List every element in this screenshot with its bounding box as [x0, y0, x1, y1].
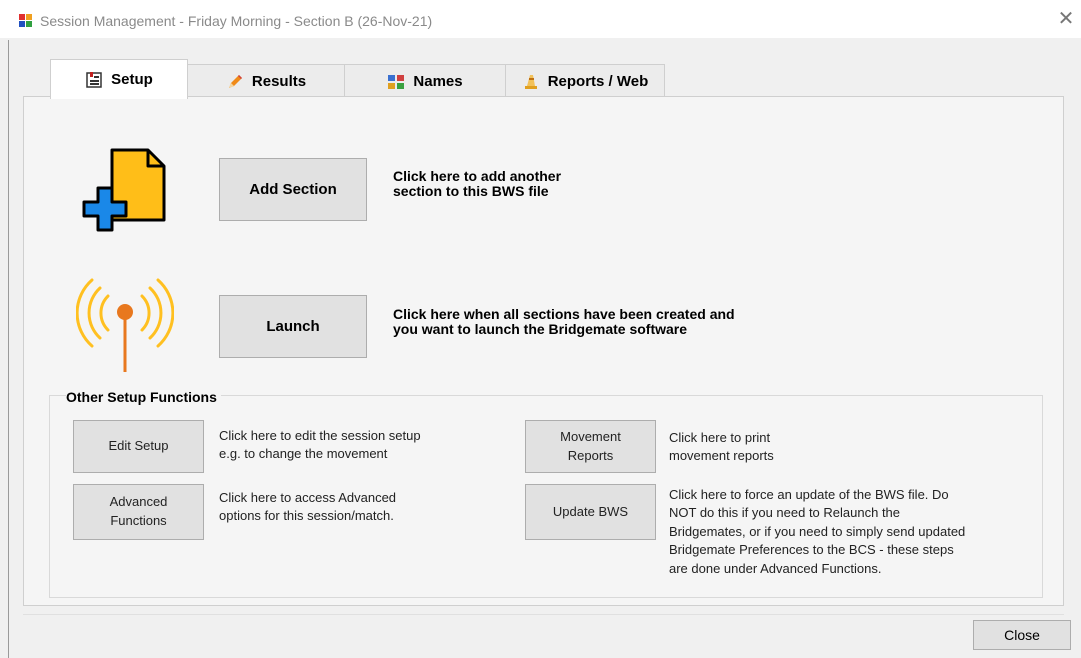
advanced-functions-button-line-2: Functions: [110, 513, 167, 528]
app-icon: [19, 14, 33, 28]
window-title: Session Management - Friday Morning - Se…: [40, 13, 433, 29]
movement-reports-button-line-2: Reports: [567, 447, 614, 463]
launch-description-line-1: Click here when all sections have been c…: [393, 306, 735, 322]
pencil-icon: [226, 73, 244, 91]
launch-description-line-2: you want to launch the Bridgemate softwa…: [393, 321, 688, 338]
advanced-functions-button-line-1: Advanced: [109, 494, 168, 510]
setup-icon: [85, 71, 103, 89]
tab-setup-label: Setup: [111, 71, 153, 88]
tab-results-label: Results: [251, 73, 307, 90]
launch-button[interactable]: Launch: [219, 295, 367, 358]
edit-setup-button[interactable]: Edit Setup: [73, 420, 204, 473]
tab-reports-web[interactable]: Reports / Web: [505, 64, 665, 98]
tab-reports-web-label: Reports / Web: [547, 73, 649, 90]
update-bws-button[interactable]: Update BWS: [525, 484, 656, 540]
advanced-functions-description-line-2: options for this session/match.: [219, 508, 394, 524]
movement-reports-description-line-2: movement reports: [669, 448, 774, 464]
edit-setup-description-line-2: e.g. to change the movement: [219, 446, 388, 462]
update-bws-description-line-5: are done under Advanced Functions.: [669, 560, 882, 576]
update-bws-description-line-4: Bridgemate Preferences to the BCS - thes…: [669, 542, 954, 558]
other-setup-functions-title: Other Setup Functions: [66, 389, 221, 405]
add-section-description-line-2: section to this BWS file: [393, 183, 549, 200]
add-section-description-line-1: Click here to add another: [393, 168, 562, 184]
window-close-button[interactable]: ✕: [1055, 8, 1077, 30]
movement-reports-description-line-1: Click here to print: [669, 430, 771, 445]
advanced-functions-description: Click here to access Advanced options fo…: [219, 489, 396, 526]
update-bws-description-line-3: Bridgemates, or if you need to simply se…: [669, 523, 966, 539]
tab-names[interactable]: Names: [344, 64, 506, 98]
movement-reports-description: Click here to print movement reports: [669, 429, 774, 466]
close-button[interactable]: Close: [973, 620, 1071, 650]
advanced-functions-button[interactable]: Advanced Functions: [73, 484, 204, 540]
reports-web-icon: [522, 73, 540, 91]
update-bws-description-line-2: NOT do this if you need to Relaunch the: [669, 505, 901, 521]
add-document-icon: [82, 146, 170, 242]
update-bws-description-line-1: Click here to force an update of the BWS…: [669, 487, 949, 502]
edit-setup-description-line-1: Click here to edit the session setup: [219, 428, 421, 443]
tab-names-label: Names: [413, 73, 463, 90]
add-section-description: Click here to add another section to thi…: [393, 168, 562, 200]
names-icon: [387, 73, 405, 91]
launch-description: Click here when all sections have been c…: [393, 306, 735, 338]
update-bws-description: Click here to force an update of the BWS…: [669, 486, 965, 578]
advanced-functions-description-line-1: Click here to access Advanced: [219, 490, 397, 505]
antenna-icon: [75, 274, 175, 374]
session-management-window: Session Management - Friday Morning - Se…: [0, 0, 1081, 658]
footer-divider: [23, 614, 1064, 615]
title-bar: Session Management - Friday Morning - Se…: [0, 0, 1081, 38]
tab-setup[interactable]: Setup: [50, 59, 188, 99]
add-section-button[interactable]: Add Section: [219, 158, 367, 221]
tab-results[interactable]: Results: [187, 64, 345, 98]
movement-reports-button-line-1: Movement: [560, 428, 621, 444]
movement-reports-button[interactable]: Movement Reports: [525, 420, 656, 473]
edit-setup-description: Click here to edit the session setup e.g…: [219, 427, 421, 464]
window-border: [8, 40, 9, 658]
